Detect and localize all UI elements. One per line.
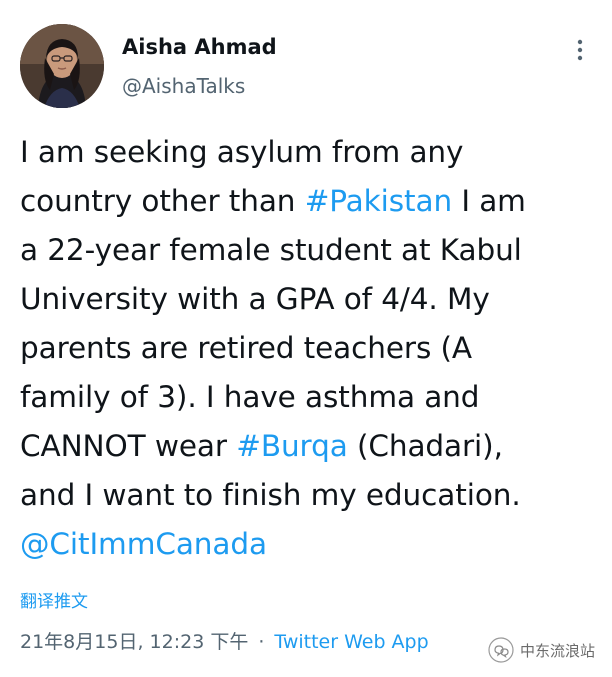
tweet-line: a 22-year female student at Kabul	[20, 226, 600, 275]
tweet-text-segment: I am	[452, 184, 526, 218]
source-link[interactable]: Twitter Web App	[274, 631, 428, 653]
avatar[interactable]	[20, 24, 104, 108]
tweet-line: University with a GPA of 4/4. My	[20, 275, 600, 324]
tweet-line: family of 3). I have asthma and	[20, 373, 600, 422]
watermark: 中东流浪站	[468, 628, 608, 672]
tweet-text-segment: family of 3). I have asthma and	[20, 380, 480, 414]
tweet-text-segment: I am seeking asylum from any	[20, 135, 464, 169]
tweet-line: and I want to finish my education.	[20, 471, 600, 520]
translate-tweet-link[interactable]: 翻译推文	[20, 590, 88, 614]
watermark-text: 中东流浪站	[520, 641, 596, 660]
author-display-name[interactable]: Aisha Ahmad	[122, 33, 277, 61]
mention-link[interactable]: @CitImmCanada	[20, 527, 267, 561]
more-options-icon[interactable]	[572, 38, 588, 62]
tweet-text-segment: a 22-year female student at Kabul	[20, 233, 522, 267]
meta-separator: ·	[258, 631, 265, 653]
timestamp[interactable]: 21年8月15日, 12:23 下午	[20, 631, 248, 653]
wechat-icon	[488, 637, 514, 663]
tweet-text-segment: (Chadari),	[347, 429, 503, 463]
tweet-line: @CitImmCanada	[20, 520, 600, 569]
tweet-text: I am seeking asylum from any country othe…	[20, 128, 600, 569]
author-handle[interactable]: @AishaTalks	[122, 72, 245, 100]
tweet-line: I am seeking asylum from any	[20, 128, 600, 177]
tweet-text-segment: and I want to finish my education.	[20, 478, 521, 512]
hashtag-link[interactable]: #Pakistan	[305, 184, 452, 218]
tweet-text-segment: CANNOT wear	[20, 429, 237, 463]
tweet-text-segment: University with a GPA of 4/4. My	[20, 282, 490, 316]
tweet-line: CANNOT wear #Burqa (Chadari),	[20, 422, 600, 471]
hashtag-link[interactable]: #Burqa	[236, 429, 348, 463]
tweet-text-segment: parents are retired teachers (A	[20, 331, 472, 365]
tweet-line: country other than #Pakistan I am	[20, 177, 600, 226]
tweet-meta: 21年8月15日, 12:23 下午 · Twitter Web App	[20, 628, 429, 656]
tweet-text-segment: country other than	[20, 184, 305, 218]
tweet-line: parents are retired teachers (A	[20, 324, 600, 373]
